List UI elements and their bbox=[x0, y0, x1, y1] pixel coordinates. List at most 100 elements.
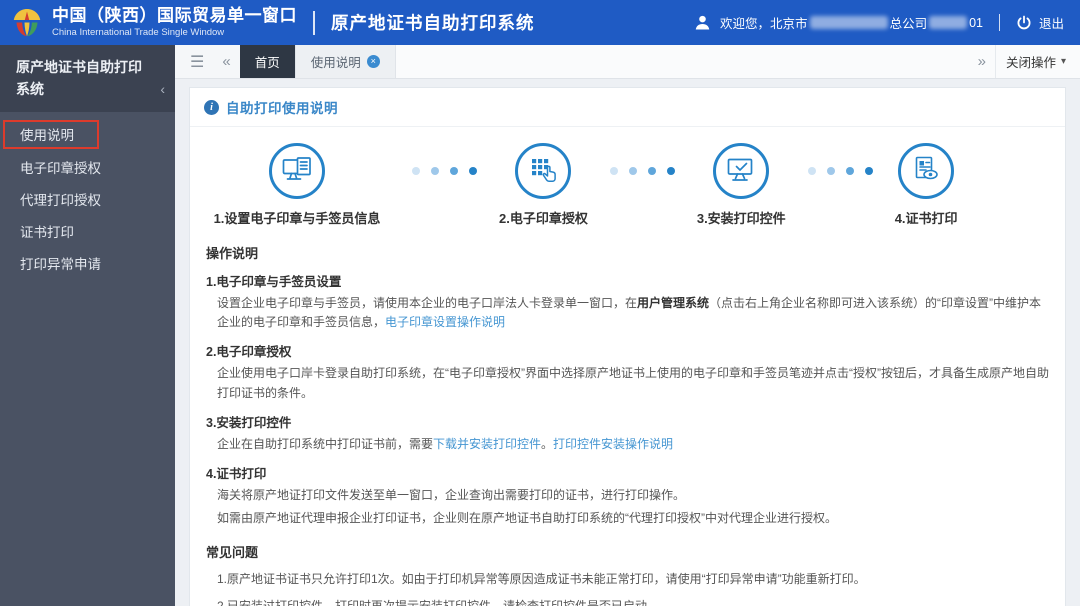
close-operations-label: 关闭操作 bbox=[1005, 56, 1056, 70]
text-segment: 海关将原产地证打印文件发送至单一窗口，企业查询出需要打印的证书，进行打印操作。 bbox=[217, 487, 686, 502]
section-heading: 4.证书打印 bbox=[206, 466, 267, 481]
tab-home[interactable]: 首页 bbox=[239, 45, 296, 78]
section-paragraph: 设置企业电子印章与手签员，请使用本企业的电子口岸法人卡登录单一窗口，在用户管理系… bbox=[206, 294, 1049, 332]
text-segment: 如需由原产地证代理申报企业打印证书，企业则在原产地证书自助打印系统的“代理打印授… bbox=[217, 511, 837, 526]
content-band: i 自助打印使用说明 1.设置电子印章与手签员信息 2.电子印章授权 3.安装打印控… bbox=[175, 79, 1080, 606]
scroll-tabs-right-icon[interactable]: » bbox=[969, 53, 995, 70]
single-window-logo-icon bbox=[13, 8, 41, 36]
inline-link[interactable]: 电子印章设置操作说明 bbox=[385, 315, 505, 329]
dot bbox=[450, 167, 458, 175]
sidebar-item[interactable]: 代理打印授权 bbox=[0, 185, 175, 217]
power-icon bbox=[1017, 15, 1031, 29]
sidebar-item-label: 打印异常申请 bbox=[20, 257, 101, 273]
section-heading: 2.电子印章授权 bbox=[206, 345, 292, 360]
step-item: 4.证书打印 bbox=[895, 143, 958, 227]
text-segment: 。 bbox=[541, 436, 554, 451]
dot bbox=[647, 167, 656, 175]
body-row: 原产地证书自助打印系统 ‹ 使用说明电子印章授权 代理打印授权 证书打印打印异常申请… bbox=[0, 45, 1080, 606]
tab-label: 使用说明 bbox=[310, 56, 361, 70]
dot bbox=[431, 167, 439, 175]
sidebar: 原产地证书自助打印系统 ‹ 使用说明电子印章授权 代理打印授权 证书打印打印异常申请 bbox=[0, 45, 175, 606]
section-heading: 1.电子印章与手签员设置 bbox=[206, 275, 342, 289]
dot bbox=[845, 167, 854, 175]
welcome-prefix: 欢迎您，北京市 bbox=[720, 17, 808, 31]
text-segment: 设置企业电子印章与手签员，请使用本企业的电子口岸法人卡登录单一窗口，在 bbox=[217, 296, 638, 310]
step-item: 1.设置电子印章与手签员信息 bbox=[204, 143, 390, 227]
sidebar-menu: 使用说明电子印章授权 代理打印授权 证书打印打印异常申请 bbox=[0, 112, 175, 281]
main-area: ☰ « 首页 使用说明 × » 关闭操作 ▾ i 自助打印使用说明 1.设置电子… bbox=[175, 45, 1080, 606]
dot bbox=[412, 167, 420, 175]
top-header: 中国（陕西）国际贸易单一窗口 China International Trade… bbox=[0, 0, 1080, 45]
inline-link[interactable]: 下载并安装打印控件 bbox=[433, 437, 541, 451]
text-segment: 企业使用电子口岸卡登录自助打印系统，在“电子印章授权”界面中选择原产地证书上使用… bbox=[217, 366, 1049, 400]
instruction-sections: 1.电子印章与手签员设置设置企业电子印章与手签员，请使用本企业的电子口岸法人卡登… bbox=[190, 271, 1065, 528]
step-label: 2.电子印章授权 bbox=[499, 211, 588, 226]
page-title: 原产地证书自助打印系统 bbox=[331, 13, 535, 33]
tab-close-icon[interactable]: × bbox=[366, 55, 380, 68]
logout-label: 退出 bbox=[1038, 17, 1064, 31]
welcome-suffix: 01 bbox=[969, 15, 983, 30]
sidebar-header: 原产地证书自助打印系统 ‹ bbox=[0, 45, 175, 113]
monitor-document-icon bbox=[269, 143, 325, 199]
step-label: 3.安装打印控件 bbox=[696, 211, 786, 226]
dot bbox=[628, 167, 637, 175]
faq-title: 常见问题 bbox=[206, 545, 259, 561]
caret-down-icon: ▾ bbox=[1060, 56, 1066, 67]
tabbar-spacer bbox=[395, 45, 969, 78]
dot bbox=[609, 167, 618, 175]
tab-label: 首页 bbox=[254, 56, 280, 70]
close-operations-button[interactable]: 关闭操作 ▾ bbox=[994, 45, 1080, 78]
section-paragraph: 海关将原产地证打印文件发送至单一窗口，企业查询出需要打印的证书，进行打印操作。 bbox=[206, 486, 1049, 505]
app-root: 中国（陕西）国际贸易单一窗口 China International Trade… bbox=[0, 0, 1080, 606]
dot bbox=[864, 167, 873, 175]
logout-button[interactable]: 退出 bbox=[1016, 13, 1064, 32]
section-heading: 3.安装打印控件 bbox=[206, 415, 292, 430]
step-item: 3.安装打印控件 bbox=[697, 143, 786, 227]
dot bbox=[469, 167, 477, 175]
scroll-tabs-left-icon[interactable]: « bbox=[213, 45, 239, 78]
section-paragraph: 企业在自助打印系统中打印证书前，需要下载并安装打印控件。打印控件安装操作说明 bbox=[206, 435, 1049, 454]
panel-header: i 自助打印使用说明 bbox=[190, 88, 1065, 127]
sidebar-item[interactable]: 证书打印 bbox=[0, 217, 175, 249]
faq-list: 1.原产地证书证书只允许打印1次。如由于打印机异常等原因造成证书未能正常打印，请… bbox=[190, 570, 1065, 606]
user-divider bbox=[998, 14, 1000, 31]
sidebar-collapse-icon[interactable]: ‹ bbox=[160, 79, 165, 101]
brand-title: 中国（陕西）国际贸易单一窗口 bbox=[52, 5, 297, 25]
step-label: 1.设置电子印章与手签员信息 bbox=[213, 211, 381, 226]
redacted-account-id bbox=[929, 16, 968, 29]
menu-toggle-icon[interactable]: ☰ bbox=[175, 45, 213, 78]
sidebar-item[interactable]: 使用说明 bbox=[0, 120, 175, 152]
dot bbox=[666, 167, 675, 175]
bold-text: 用户管理系统 bbox=[637, 296, 710, 310]
monitor-check-icon bbox=[713, 143, 770, 199]
dot bbox=[807, 167, 816, 175]
user-avatar-icon bbox=[695, 15, 710, 30]
sidebar-item-label: 证书打印 bbox=[20, 224, 74, 240]
faq-item: 2.已安装过打印控件，打印时再次提示安装打印控件，请检查打印控件是否已启动。 bbox=[206, 597, 1049, 606]
sidebar-title: 原产地证书自助打印系统 bbox=[16, 59, 142, 97]
step-label: 4.证书打印 bbox=[894, 211, 958, 226]
user-area: 欢迎您，北京市 总公司 01 退出 bbox=[693, 13, 1064, 32]
dot bbox=[826, 167, 835, 175]
step-connector-dots bbox=[412, 167, 477, 175]
step-connector-dots bbox=[807, 167, 873, 175]
step-connector-dots bbox=[609, 167, 675, 175]
brand-subtitle: China International Trade Single Window bbox=[52, 26, 225, 38]
redacted-company-name bbox=[809, 16, 888, 29]
tab-usage[interactable]: 使用说明 × bbox=[295, 45, 396, 78]
sidebar-item-label: 代理打印授权 bbox=[20, 192, 101, 208]
sidebar-item[interactable]: 电子印章授权 bbox=[0, 153, 175, 185]
keypad-hand-icon bbox=[515, 143, 572, 199]
section-paragraph: 如需由原产地证代理申报企业打印证书，企业则在原产地证书自助打印系统的“代理打印授… bbox=[206, 509, 1049, 528]
welcome-text: 欢迎您，北京市 总公司 01 bbox=[720, 13, 983, 32]
tabbar-right-controls: » 关闭操作 ▾ bbox=[968, 45, 1080, 78]
sidebar-item[interactable]: 打印异常申请 bbox=[0, 249, 175, 281]
info-icon: i bbox=[204, 99, 219, 115]
sidebar-item-label: 电子印章授权 bbox=[20, 160, 101, 176]
inline-link[interactable]: 打印控件安装操作说明 bbox=[553, 437, 673, 451]
operation-instructions-title: 操作说明 bbox=[206, 246, 259, 261]
text-segment: 企业在自助打印系统中打印证书前，需要 bbox=[217, 436, 434, 451]
section-paragraph: 企业使用电子口岸卡登录自助打印系统，在“电子印章授权”界面中选择原产地证书上使用… bbox=[206, 364, 1049, 402]
tab-bar: ☰ « 首页 使用说明 × » 关闭操作 ▾ bbox=[175, 45, 1080, 79]
brand-area: 中国（陕西）国际贸易单一窗口 China International Trade… bbox=[10, 6, 535, 40]
